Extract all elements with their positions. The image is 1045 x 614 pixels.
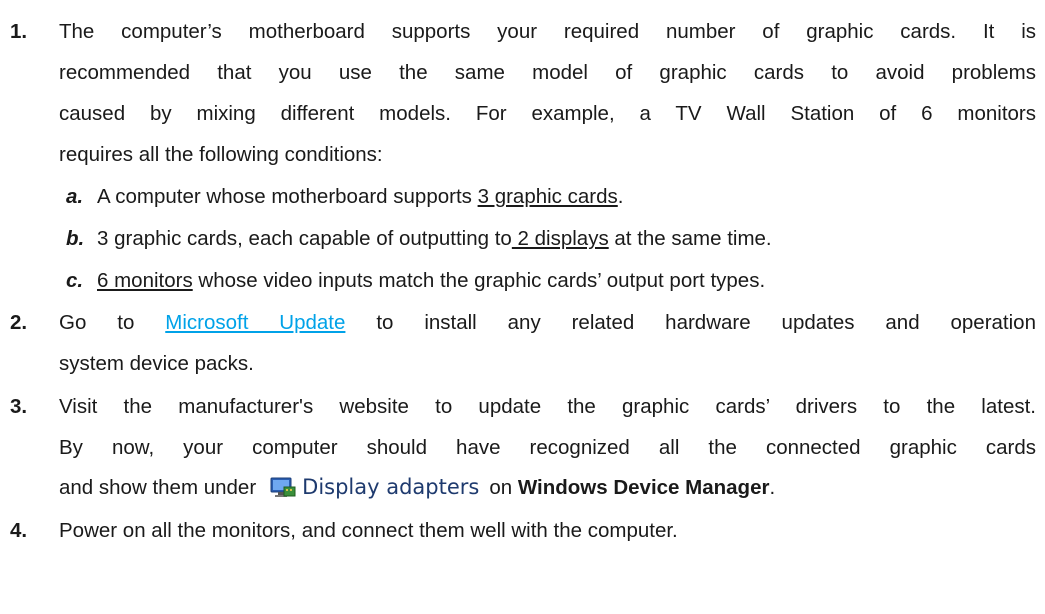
microsoft-update-link[interactable]: Microsoft Update <box>165 311 345 334</box>
item-2-text-pre: Go to <box>59 311 166 334</box>
sub-text-underlined: 2 displays <box>511 227 609 250</box>
item-3-text-post: . <box>769 476 776 499</box>
item-3-text-pre: and show them under <box>59 476 257 499</box>
item-1-line-3: caused by mixing different models. For e… <box>59 102 1036 125</box>
device-manager-label: Windows Device Manager <box>517 476 770 499</box>
sub-text-pre: 3 graphic cards, each capable of outputt… <box>97 227 512 250</box>
display-adapter-icon <box>270 476 296 504</box>
sub-text-post: . <box>617 185 624 208</box>
display-adapters-label: Display adapters <box>302 475 480 499</box>
sub-item-text: 6 monitors whose video inputs match the … <box>97 269 765 293</box>
item-1-line-4: requires all the following conditions: <box>59 143 383 166</box>
item-3-line-2: By now, your computer should have recogn… <box>59 436 1036 459</box>
item-3-text-mid: on <box>489 476 518 499</box>
item-number: 2. <box>10 311 28 334</box>
sub-letter: b. <box>66 227 85 250</box>
item-number: 4. <box>10 519 28 542</box>
item-number: 3. <box>10 395 28 418</box>
item-4-line-1: Power on all the monitors, and connect t… <box>59 519 678 542</box>
item-number: 1. <box>10 20 28 43</box>
sub-item-text: A computer whose motherboard supports 3 … <box>97 185 623 209</box>
item-2-line-1: Go to Microsoft Update to install any re… <box>59 311 1036 335</box>
sub-item-text: 3 graphic cards, each capable of outputt… <box>97 227 772 251</box>
sub-text-post: at the same time. <box>608 227 772 250</box>
sub-letter: c. <box>66 269 84 292</box>
sub-text-underlined: 3 graphic cards <box>477 185 618 208</box>
item-2-text-post: to install any related hardware updates … <box>345 311 1036 334</box>
sub-text-underlined: 6 monitors <box>97 269 193 292</box>
item-1-line-2: recommended that you use the same model … <box>59 61 1036 84</box>
sub-letter: a. <box>66 185 84 208</box>
item-2-line-2: system device packs. <box>59 352 254 375</box>
item-3-line-1: Visit the manufacturer's website to upda… <box>59 395 1036 418</box>
sub-text-pre: A computer whose motherboard supports <box>97 185 478 208</box>
sub-text-post: whose video inputs match the graphic car… <box>192 269 766 292</box>
item-1-line-1: The computer’s motherboard supports your… <box>59 20 1036 43</box>
item-3-line-3: and show them under Display adapters on W… <box>59 475 775 504</box>
